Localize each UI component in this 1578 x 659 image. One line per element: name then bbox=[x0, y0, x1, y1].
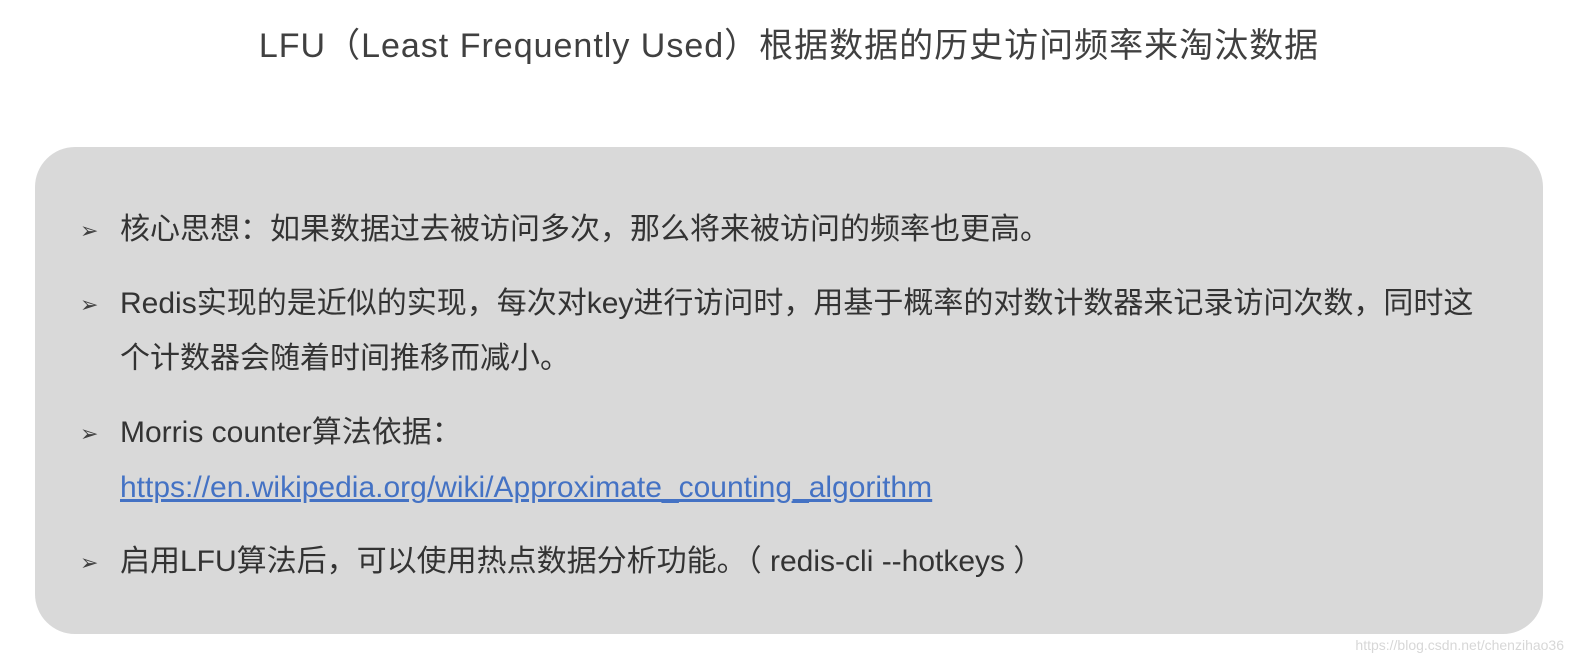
bullet-text-2: Redis实现的是近似的实现，每次对key进行访问时，用基于概率的对数计数器来记… bbox=[120, 276, 1498, 387]
bullet-item-2: ➢ Redis实现的是近似的实现，每次对key进行访问时，用基于概率的对数计数器… bbox=[80, 276, 1498, 387]
bullet-marker-icon: ➢ bbox=[80, 405, 120, 455]
bullet-marker-icon: ➢ bbox=[80, 276, 120, 326]
morris-counter-link[interactable]: https://en.wikipedia.org/wiki/Approximat… bbox=[120, 471, 932, 504]
watermark-text: https://blog.csdn.net/chenzihao36 bbox=[1355, 637, 1564, 653]
content-panel: ➢ 核心思想：如果数据过去被访问多次，那么将来被访问的频率也更高。 ➢ Redi… bbox=[35, 147, 1543, 634]
bullet-marker-icon: ➢ bbox=[80, 202, 120, 252]
bullet-text-4: 启用LFU算法后，可以使用热点数据分析功能。（ redis-cli --hotk… bbox=[120, 534, 1498, 590]
bullet-text-1: 核心思想：如果数据过去被访问多次，那么将来被访问的频率也更高。 bbox=[120, 202, 1498, 258]
bullet-item-1: ➢ 核心思想：如果数据过去被访问多次，那么将来被访问的频率也更高。 bbox=[80, 202, 1498, 258]
bullet-3-prefix: Morris counter算法依据： bbox=[120, 416, 462, 449]
link-text: https://en.wikipedia.org/wiki/Approximat… bbox=[120, 471, 932, 504]
bullet-item-3: ➢ Morris counter算法依据： https://en.wikiped… bbox=[80, 405, 1498, 516]
bullet-item-4: ➢ 启用LFU算法后，可以使用热点数据分析功能。（ redis-cli --ho… bbox=[80, 534, 1498, 590]
slide-title: LFU（Least Frequently Used）根据数据的历史访问频率来淘汰… bbox=[0, 0, 1578, 67]
bullet-text-3: Morris counter算法依据： https://en.wikipedia… bbox=[120, 405, 1498, 516]
bullet-marker-icon: ➢ bbox=[80, 534, 120, 584]
